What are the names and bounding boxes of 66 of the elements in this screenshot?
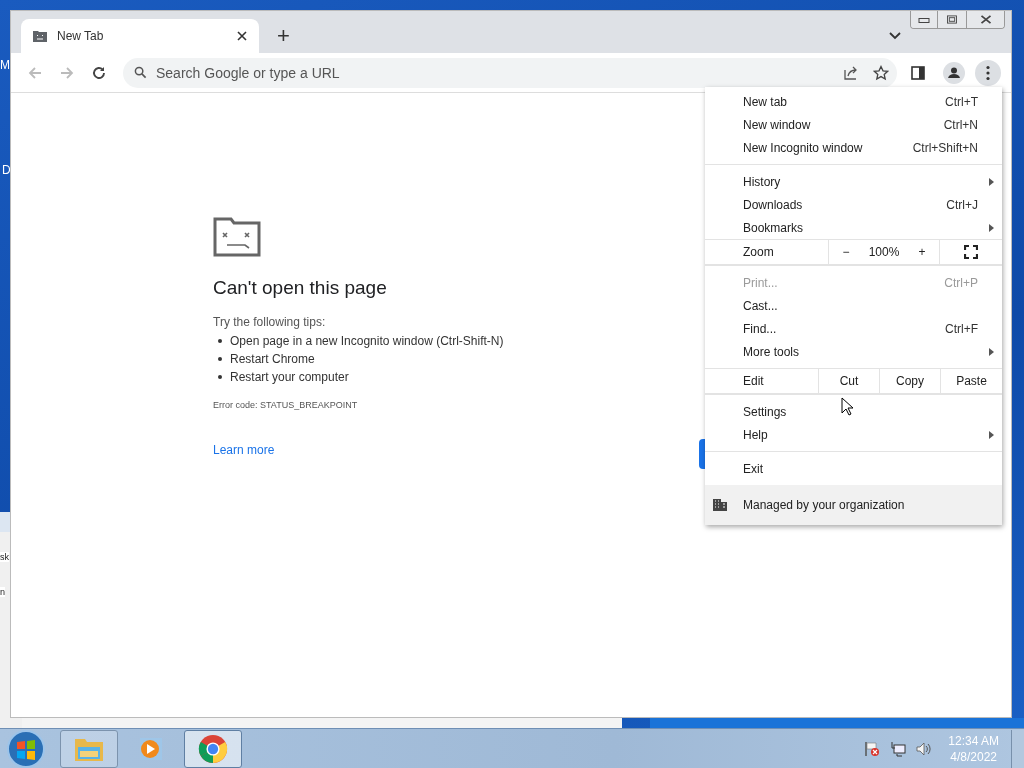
menu-item[interactable]: Bookmarks [705,216,1002,239]
zoom-out-button[interactable]: − [834,245,858,259]
browser-tab[interactable]: New Tab [21,19,259,53]
volume-icon[interactable] [916,740,933,757]
new-tab-button[interactable]: + [273,22,294,50]
close-icon[interactable] [237,31,247,41]
share-icon[interactable] [843,64,859,81]
zoom-in-button[interactable]: + [910,245,934,259]
menu-item[interactable]: History [705,170,1002,193]
menu-item[interactable]: Find... Ctrl+F [705,317,1002,340]
menu-item[interactable]: Downloads Ctrl+J [705,193,1002,216]
action-center-flag-icon[interactable] [864,740,881,757]
edit-action-button[interactable]: Paste [941,369,1002,393]
minimize-icon [918,15,930,24]
tip-text: Open page in a new Incognito window (Ctrl-Shift-N) [230,334,504,348]
network-icon[interactable] [890,740,907,757]
restore-icon [946,15,958,24]
zoom-value: 100% [868,245,900,259]
cursor-icon [841,397,853,416]
menu-item[interactable]: Cast... [705,294,1002,317]
star-icon[interactable] [873,64,889,81]
sad-folder-icon [213,217,261,257]
menu-item[interactable]: Help [705,423,1002,446]
window-text-fragment: n [0,587,5,597]
search-icon [134,65,147,79]
minimize-button[interactable] [911,11,937,28]
zoom-label: Zoom [705,240,829,264]
clock-time: 12:34 AM [948,732,999,749]
chevron-down-icon[interactable] [889,32,901,40]
tip-text: Restart Chrome [230,352,315,366]
managed-notice[interactable]: Managed by your organization [705,485,1002,525]
reload-icon[interactable] [91,64,107,81]
window-text-fragment: sk [0,552,9,562]
tips-intro: Try the following tips: [213,315,327,329]
menu-item[interactable]: Exit [705,457,1002,480]
bullet-icon [218,357,222,361]
profile-icon[interactable] [943,61,965,84]
edit-label: Edit [705,369,819,393]
bullet-icon [218,339,222,343]
sad-folder-icon [33,30,47,42]
edit-action-button[interactable]: Cut [819,369,880,393]
close-icon [979,15,992,24]
menu-item[interactable]: More tools [705,340,1002,363]
learn-more-link[interactable]: Learn more [213,443,275,457]
menu-item[interactable]: Settings [705,400,1002,423]
edit-action-button[interactable]: Copy [880,369,941,393]
restore-button[interactable] [937,11,966,28]
fullscreen-icon [964,245,978,259]
desktop-label-fragment: M [0,58,10,72]
menu-icon[interactable] [975,59,1001,86]
menu-item[interactable]: New Incognito window Ctrl+Shift+N [705,136,1002,159]
start-button[interactable] [6,728,46,768]
close-button[interactable] [966,11,1004,28]
browser-taskbar-button[interactable] [184,729,242,768]
desktop-label-fragment: D [2,163,11,177]
error-title: Can't open this page [213,277,388,299]
menu-item[interactable]: New window Ctrl+N [705,113,1002,136]
error-code: Error code: STATUS_BREAKPOINT [213,400,359,410]
side-panel-icon[interactable] [911,65,925,80]
building-icon [713,499,727,511]
browser-logo-icon [197,733,229,764]
address-bar[interactable]: Search Google or type a URL [123,57,897,88]
tip-text: Restart your computer [230,370,349,384]
clock-date: 4/8/2022 [950,748,997,765]
menu-item[interactable]: New tab Ctrl+T [705,90,1002,113]
bullet-icon [218,375,222,379]
